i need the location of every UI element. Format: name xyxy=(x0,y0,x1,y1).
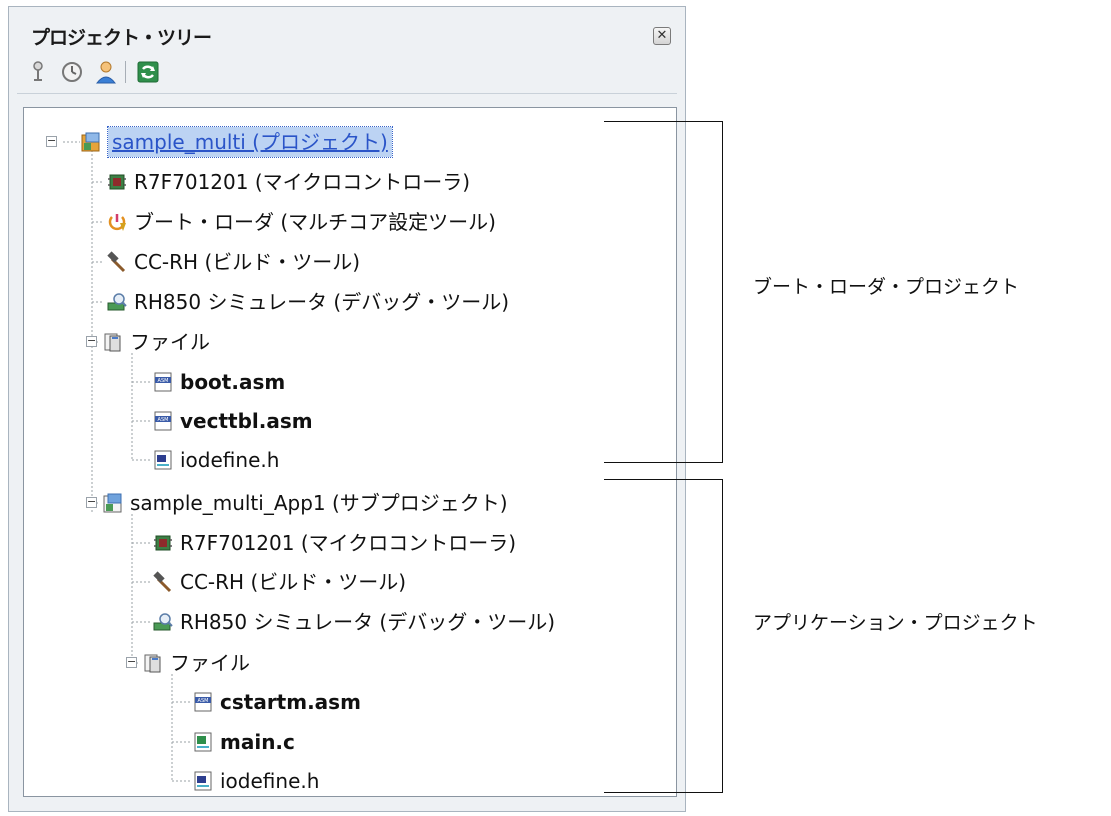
tree-node-build-tool[interactable]: CC-RH (ビルド・ツール) xyxy=(106,245,360,279)
tree-node-file-label: iodefine.h xyxy=(220,769,320,793)
collapse-toggle-app-files[interactable]: − xyxy=(126,656,137,668)
member-icon[interactable] xyxy=(93,59,119,85)
tree-node-file-label: iodefine.h xyxy=(180,448,280,472)
microcontroller-icon xyxy=(108,174,126,190)
multicore-tool-icon xyxy=(108,214,126,231)
tree-node-bootloader-label: ブート・ローダ (マルチコア設定ツール) xyxy=(134,210,496,234)
tree-node-subproject[interactable]: sample_multi_App1 (サブプロジェクト) xyxy=(102,486,508,520)
asm-file-icon: ASM xyxy=(154,372,172,392)
tree-node-file[interactable]: ASM vecttbl.asm xyxy=(152,404,313,438)
subproject-icon xyxy=(103,493,122,513)
tree-node-debug-tool-label: RH850 シミュレータ (デバッグ・ツール) xyxy=(180,610,556,634)
tree-node-files-folder-label: ファイル xyxy=(130,330,210,354)
tree-node-debug-tool[interactable]: RH850 シミュレータ (デバッグ・ツール) xyxy=(152,605,555,639)
toolbar xyxy=(17,53,677,94)
header-file-icon xyxy=(154,450,172,470)
file-folder-icon xyxy=(144,654,161,673)
tree-node-bootloader[interactable]: ブート・ローダ (マルチコア設定ツール) xyxy=(106,205,496,239)
collapse-toggle-subproject[interactable]: − xyxy=(86,496,97,508)
project-tree-panel: プロジェクト・ツリー ✕ − − − − sample_multi (プロジェク… xyxy=(8,6,686,812)
tree-node-files-folder-label: ファイル xyxy=(170,651,250,675)
project-icon xyxy=(81,132,100,152)
tree-node-microcontroller-label: R7F701201 (マイクロコントローラ) xyxy=(180,531,517,555)
application-bracket xyxy=(604,479,723,793)
pin-icon[interactable] xyxy=(25,59,51,85)
refresh-icon[interactable] xyxy=(135,59,161,85)
tree-node-files-folder[interactable]: ファイル xyxy=(142,646,250,680)
tree-node-file[interactable]: ASM boot.asm xyxy=(152,365,285,399)
tree-node-file-label: vecttbl.asm xyxy=(180,409,313,433)
tree-node-file-label: cstartm.asm xyxy=(220,690,361,714)
tree-node-file-label: boot.asm xyxy=(180,370,286,394)
collapse-toggle-boot-files[interactable]: − xyxy=(86,335,97,347)
tree-node-build-tool-label: CC-RH (ビルド・ツール) xyxy=(180,570,407,594)
tree-node-subproject-label: sample_multi_App1 (サブプロジェクト) xyxy=(130,491,508,515)
tree-node-build-tool-label: CC-RH (ビルド・ツール) xyxy=(134,250,361,274)
toolbar-separator xyxy=(125,61,126,83)
tree-node-files-folder[interactable]: ファイル xyxy=(102,325,210,359)
file-folder-icon xyxy=(104,333,121,352)
tree-node-file[interactable]: iodefine.h xyxy=(192,764,319,798)
debug-tool-icon xyxy=(107,293,127,311)
panel-title: プロジェクト・ツリー xyxy=(31,27,212,49)
boot-loader-project-annotation: ブート・ローダ・プロジェクト xyxy=(753,276,1020,298)
tree-view[interactable]: − − − − sample_multi (プロジェクト) R7F701201 … xyxy=(23,107,677,797)
hammer-icon xyxy=(153,571,172,593)
svg-text:ASM: ASM xyxy=(158,417,169,423)
tree-node-build-tool[interactable]: CC-RH (ビルド・ツール) xyxy=(152,565,406,599)
asm-file-icon: ASM xyxy=(194,692,212,712)
svg-text:ASM: ASM xyxy=(198,698,209,704)
debug-tool-icon xyxy=(153,613,173,631)
tree-node-microcontroller[interactable]: R7F701201 (マイクロコントローラ) xyxy=(152,526,516,560)
svg-text:ASM: ASM xyxy=(158,378,169,384)
tree-node-file[interactable]: main.c xyxy=(192,725,295,759)
close-icon[interactable]: ✕ xyxy=(653,27,671,45)
panel-titlebar: プロジェクト・ツリー ✕ xyxy=(15,17,675,51)
tree-node-file[interactable]: iodefine.h xyxy=(152,443,279,477)
header-file-icon xyxy=(194,771,212,791)
microcontroller-icon xyxy=(154,535,172,551)
tree-node-debug-tool[interactable]: RH850 シミュレータ (デバッグ・ツール) xyxy=(106,285,509,319)
tree-node-microcontroller-label: R7F701201 (マイクロコントローラ) xyxy=(134,170,471,194)
c-file-icon xyxy=(194,732,212,752)
tree-node-project-label: sample_multi (プロジェクト) xyxy=(107,126,393,158)
property-icon[interactable] xyxy=(59,59,85,85)
tree-node-microcontroller[interactable]: R7F701201 (マイクロコントローラ) xyxy=(106,165,470,199)
collapse-toggle-root[interactable]: − xyxy=(46,135,57,147)
tree-node-project[interactable]: sample_multi (プロジェクト) xyxy=(80,125,393,159)
tree-node-debug-tool-label: RH850 シミュレータ (デバッグ・ツール) xyxy=(134,290,510,314)
tree-node-file-label: main.c xyxy=(220,730,295,754)
tree-node-file[interactable]: ASM cstartm.asm xyxy=(192,685,361,719)
asm-file-icon: ASM xyxy=(154,411,172,431)
application-project-annotation: アプリケーション・プロジェクト xyxy=(753,612,1038,634)
boot-loader-bracket xyxy=(604,121,723,463)
hammer-icon xyxy=(107,251,126,273)
